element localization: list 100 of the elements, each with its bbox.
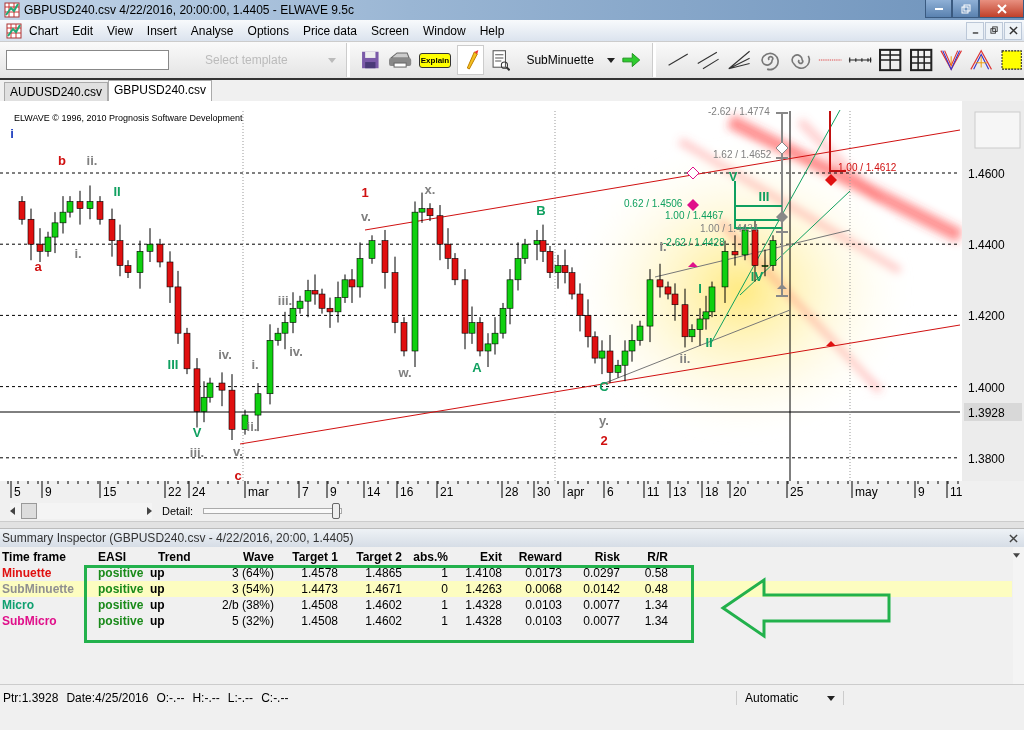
table-cell-text: SubMinuette xyxy=(2,582,75,596)
price-label: 1.4200 xyxy=(968,309,1005,324)
menu-item[interactable]: Insert xyxy=(139,23,184,38)
menu-item[interactable]: Options xyxy=(240,23,296,38)
wave-label: 1 xyxy=(361,185,369,200)
input-field[interactable] xyxy=(6,50,169,70)
grid-icon[interactable] xyxy=(878,47,903,73)
v-shape-icon[interactable] xyxy=(938,47,964,73)
wave-label: iii. xyxy=(277,293,293,308)
a-shape-icon[interactable] xyxy=(969,47,994,73)
fibonacci-label: 1.62 / 1.4652 xyxy=(713,149,772,160)
table-cell-text: Minuette xyxy=(2,566,53,580)
column-header: Target 1 xyxy=(291,550,338,564)
date-label: 9 xyxy=(330,485,337,499)
maximize-button[interactable] xyxy=(952,0,979,18)
column-header: Target 2 xyxy=(355,550,402,564)
rectangle-tool-icon[interactable] xyxy=(999,47,1024,73)
table-cell-text: 0 xyxy=(440,582,448,596)
triangle-marker xyxy=(688,262,698,267)
column-header: Time frame xyxy=(2,550,67,564)
table-cell-text: 1.4328 xyxy=(464,598,502,612)
menu-item[interactable]: Price data xyxy=(295,23,364,38)
date-label: 18 xyxy=(705,485,719,499)
menu-item[interactable]: Window xyxy=(415,23,473,38)
column-header: Wave xyxy=(242,550,274,564)
candle xyxy=(96,195,104,226)
menu-item[interactable]: Chart xyxy=(22,23,66,38)
wave-label: iv. xyxy=(289,344,303,359)
current-price-label: 1.3928 xyxy=(968,406,1005,420)
date-label: 14 xyxy=(367,485,381,499)
status-text: Ptr:1.3928 xyxy=(3,691,59,705)
table-cell-text: 0.0103 xyxy=(524,614,562,628)
restore-button[interactable] xyxy=(985,21,1003,40)
table-row[interactable]: Micro positive up 2/b (38%) 1.4508 1.4602 1 1.4328 0.0103 0.0077 1.34 xyxy=(0,597,1012,613)
menu-item[interactable]: Screen xyxy=(363,23,416,38)
scroll-down-icon[interactable] xyxy=(1013,553,1020,558)
status-text: Date:4/25/2016 xyxy=(66,691,149,705)
wave-label: ii. xyxy=(679,351,691,366)
table-cell-text: 2/b (38%) xyxy=(220,598,274,612)
wave-label: y. xyxy=(599,413,609,428)
table-cell-text: 0.0173 xyxy=(524,566,562,580)
grid-icon[interactable] xyxy=(908,47,933,73)
document-search-icon[interactable] xyxy=(489,48,511,72)
wave-label: ii. xyxy=(246,419,258,434)
wave-label: a xyxy=(34,259,42,274)
explain-button[interactable]: Explain xyxy=(418,52,452,68)
slider-thumb[interactable] xyxy=(331,503,340,519)
wave-label: B xyxy=(536,203,546,218)
table-cell-text: positive xyxy=(97,566,145,580)
table-row[interactable]: SubMicro positive up 5 (32%) 1.4508 1.4602 1 1.4328 0.0103 0.0077 1.34 xyxy=(0,613,1012,629)
price-label: 1.3800 xyxy=(968,451,1005,466)
table-cell-text: 1.34 xyxy=(643,614,668,628)
fibonacci-label: -2.62 / 1.4774 xyxy=(708,106,770,117)
caret-icon xyxy=(328,57,337,63)
table-cell-text: 1 xyxy=(440,598,448,612)
wave-label: II xyxy=(113,184,121,199)
table-row[interactable]: SubMinuette positive up 3 (54%) 1.4473 1.4671 0 1.4263 0.0068 0.0142 0.48 xyxy=(0,581,1012,597)
triangle-marker xyxy=(826,341,836,346)
table-cell-text: 0.0103 xyxy=(524,598,562,612)
wave-label: I xyxy=(698,281,702,296)
price-label: 1.4000 xyxy=(968,380,1005,395)
wave-label: i. xyxy=(251,357,259,372)
menu-item[interactable]: View xyxy=(100,23,140,38)
price-label: 1.4600 xyxy=(968,167,1005,181)
minimize-icon xyxy=(934,7,943,10)
window-title: GBPUSD240.csv 4/22/2016, 20:00:00, 1.4405 - ELWAVE 9.5c xyxy=(24,3,355,17)
date-label: 16 xyxy=(400,485,414,499)
mode-dropdown[interactable]: Automatic xyxy=(736,691,844,705)
table-cell-text: 1 xyxy=(440,566,448,580)
menu-item[interactable]: Help xyxy=(472,23,512,38)
close-button[interactable] xyxy=(979,0,1024,18)
wave-label: c xyxy=(234,468,242,483)
wave-label: V xyxy=(728,169,738,184)
table-cell-text: 1.4108 xyxy=(464,566,502,580)
table-row[interactable]: Minuette positive up 3 (64%) 1.4578 1.4865 1 1.4108 0.0173 0.0297 0.58 xyxy=(0,565,1012,581)
tab[interactable]: AUDUSD240.csv xyxy=(4,82,109,101)
table-cell-text: 1.4508 xyxy=(300,614,338,628)
table-cell-text: 0.0297 xyxy=(582,566,620,580)
scroll-right-icon[interactable] xyxy=(147,507,152,515)
date-label: 11 xyxy=(647,485,660,499)
chart-icon[interactable] xyxy=(6,22,22,39)
date-label: apr xyxy=(567,485,585,499)
minimize-button[interactable] xyxy=(925,0,952,18)
table-cell-text: 1 xyxy=(440,614,448,628)
scroll-left-icon[interactable] xyxy=(10,507,15,515)
caret-icon xyxy=(827,695,835,701)
menu-item[interactable]: Analyse xyxy=(183,23,241,38)
column-header: EASI xyxy=(97,550,127,564)
table-cell-text: 0.0142 xyxy=(582,582,620,596)
wave-label: III xyxy=(758,189,770,204)
degree-dropdown[interactable]: SubMinuette xyxy=(526,53,616,67)
close-icon[interactable] xyxy=(1009,533,1018,543)
menu-item[interactable]: Edit xyxy=(65,23,101,38)
wave-label: II xyxy=(705,335,713,350)
date-label: 20 xyxy=(733,485,747,499)
scroll-thumb[interactable] xyxy=(21,503,37,519)
tab[interactable]: GBPUSD240.csv xyxy=(108,80,213,101)
column-header: R/R xyxy=(646,550,668,564)
horizontal-scrollbar[interactable] xyxy=(10,503,152,519)
pencil-icon[interactable] xyxy=(457,45,484,75)
